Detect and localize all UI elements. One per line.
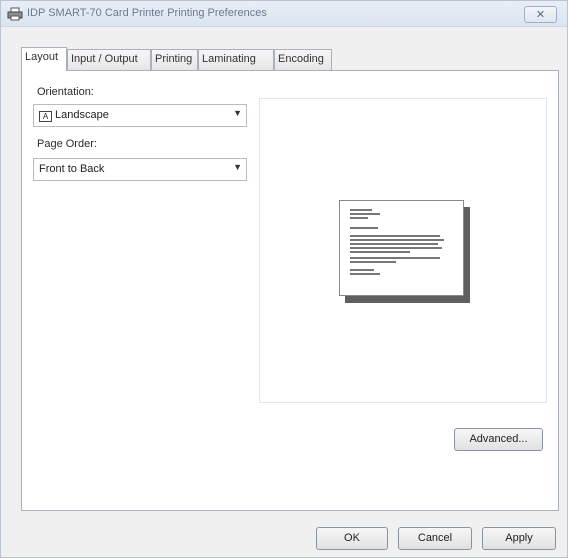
layout-tab-panel: Orientation: A Landscape ▼ Page Order: Fr… xyxy=(21,70,559,511)
chevron-down-icon: ▼ xyxy=(233,108,242,118)
advanced-button[interactable]: Advanced... xyxy=(454,428,543,451)
preview-page-thumbnail xyxy=(339,200,464,296)
cancel-button[interactable]: Cancel xyxy=(398,527,472,550)
chevron-down-icon: ▼ xyxy=(233,162,242,172)
ok-button[interactable]: OK xyxy=(316,527,388,550)
printer-icon xyxy=(7,7,23,21)
layout-preview xyxy=(259,98,547,403)
printing-preferences-dialog: IDP SMART-70 Card Printer Printing Prefe… xyxy=(0,0,568,558)
page-order-value: Front to Back xyxy=(39,163,105,175)
orientation-label: Orientation: xyxy=(37,86,94,98)
title-bar: IDP SMART-70 Card Printer Printing Prefe… xyxy=(1,1,567,27)
close-button[interactable]: ✕ xyxy=(524,6,557,23)
page-order-dropdown[interactable]: Front to Back ▼ xyxy=(33,158,247,181)
tab-layout[interactable]: Layout xyxy=(21,47,67,71)
close-icon: ✕ xyxy=(535,9,546,21)
orientation-dropdown[interactable]: A Landscape ▼ xyxy=(33,104,247,127)
tab-printing[interactable]: Printing xyxy=(151,49,198,70)
orientation-value: A Landscape xyxy=(39,109,109,122)
window-title: IDP SMART-70 Card Printer Printing Prefe… xyxy=(27,7,267,19)
tab-encoding[interactable]: Encoding xyxy=(274,49,332,70)
landscape-orientation-icon: A xyxy=(39,111,52,122)
page-order-label: Page Order: xyxy=(37,138,97,150)
orientation-value-text: Landscape xyxy=(55,109,109,121)
tab-input-output[interactable]: Input / Output xyxy=(67,49,151,70)
tab-laminating[interactable]: Laminating xyxy=(198,49,274,70)
apply-button[interactable]: Apply xyxy=(482,527,556,550)
